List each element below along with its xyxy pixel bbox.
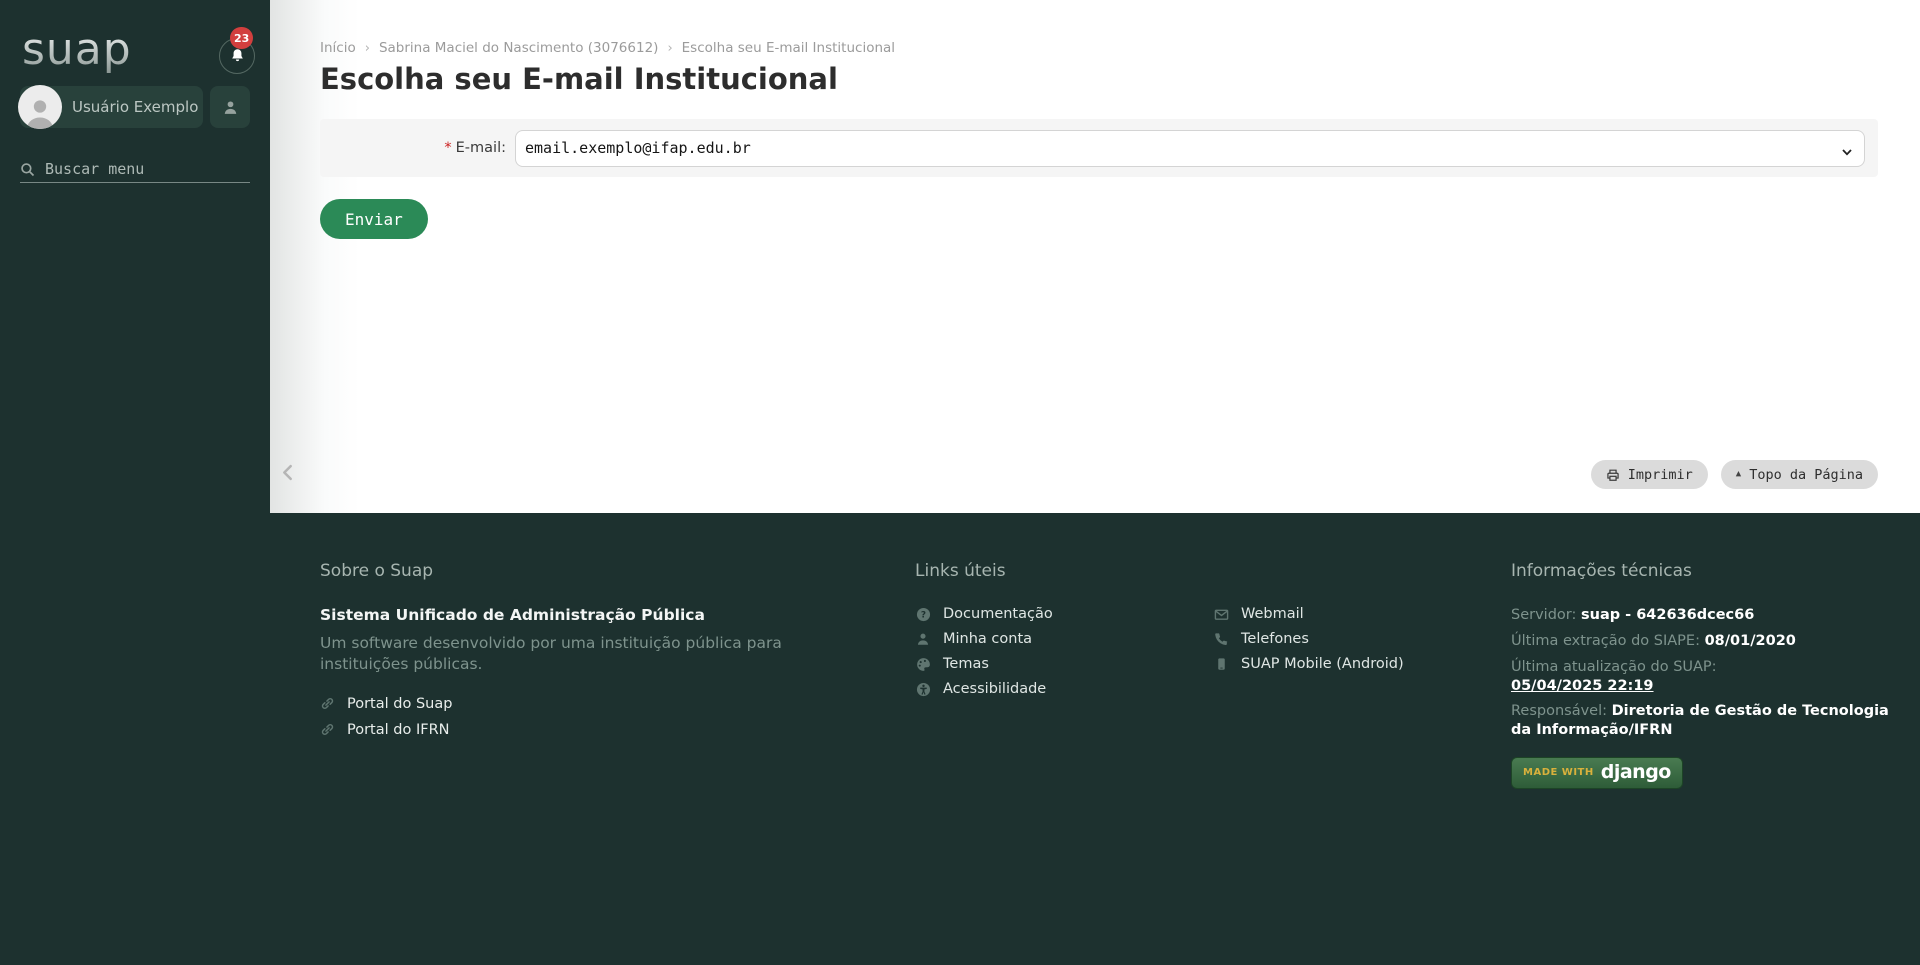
- user-profile-link[interactable]: Usuário Exemplo: [18, 85, 203, 129]
- made-with-django-badge[interactable]: MADE WITH django: [1511, 757, 1683, 790]
- help-icon: ?: [915, 607, 931, 622]
- user-icon: [222, 99, 239, 116]
- palette-icon: [915, 657, 931, 672]
- portal-ifrn-link[interactable]: Portal do IFRN: [320, 722, 915, 738]
- suap-app: suap 23 Usuário Exemplo Buscar menu Iníc…: [0, 0, 1920, 965]
- breadcrumb: Início › Sabrina Maciel do Nascimento (3…: [320, 40, 895, 56]
- print-button[interactable]: Imprimir: [1590, 460, 1708, 489]
- my-account-button[interactable]: [210, 86, 250, 128]
- tech-heading: Informações técnicas: [1511, 561, 1692, 581]
- about-description: Um software desenvolvido por uma institu…: [320, 634, 782, 673]
- user-name: Usuário Exemplo: [72, 98, 199, 116]
- about-heading: Sobre o Suap: [320, 561, 434, 581]
- footer: Sobre o Suap Sistema Unificado de Admini…: [0, 513, 1920, 965]
- user-icon: [915, 632, 931, 646]
- server-value: suap - 642636dcec66: [1580, 607, 1755, 623]
- my-account-link[interactable]: Minha conta: [915, 631, 1213, 647]
- breadcrumb-home-link[interactable]: Início: [320, 40, 356, 56]
- telefones-link[interactable]: Telefones: [1213, 631, 1511, 647]
- about-title: Sistema Unificado de Administração Públi…: [320, 606, 705, 624]
- breadcrumb-current: Escolha seu E-mail Institucional: [681, 40, 896, 56]
- back-to-top-button[interactable]: ▲ Topo da Página: [1720, 460, 1878, 489]
- page-title: Escolha seu E-mail Institucional: [320, 62, 838, 96]
- webmail-link[interactable]: Webmail: [1213, 606, 1511, 622]
- suap-mobile-link[interactable]: SUAP Mobile (Android): [1213, 656, 1511, 672]
- user-row: Usuário Exemplo: [18, 85, 250, 129]
- themes-link[interactable]: Temas: [915, 656, 1213, 672]
- email-select[interactable]: email.exemplo@ifap.edu.br: [515, 129, 1865, 167]
- footer-links-column: Links úteis ? Documentação Minha conta T…: [915, 561, 1511, 965]
- accessibility-icon: [915, 682, 931, 697]
- mail-icon: [1213, 607, 1229, 622]
- link-icon: [320, 696, 335, 711]
- printer-icon: [1606, 468, 1620, 482]
- suap-update-link[interactable]: 05/04/2025 22:19: [1511, 678, 1654, 694]
- email-form: * E-mail: email.exemplo@ifap.edu.br: [320, 119, 1878, 177]
- svg-text:?: ?: [920, 610, 925, 620]
- collapse-sidebar-button[interactable]: [276, 460, 298, 484]
- required-marker: *: [444, 140, 452, 156]
- link-icon: [320, 722, 335, 737]
- search-icon: [20, 162, 35, 177]
- submit-button[interactable]: Enviar: [320, 199, 428, 239]
- notification-count-badge: 23: [230, 27, 254, 49]
- accessibility-link[interactable]: Acessibilidade: [915, 681, 1213, 697]
- sidebar: suap 23 Usuário Exemplo: [0, 0, 270, 965]
- suap-update-row: Última atualização do SUAP: 05/04/2025 2…: [1511, 658, 1717, 694]
- links-sub-column-2: Webmail Telefones SUAP Mobile (Android): [1213, 606, 1511, 706]
- email-label: * E-mail:: [444, 140, 506, 156]
- menu-search: [20, 156, 250, 183]
- chevron-right-icon: ›: [364, 40, 370, 56]
- django-logo: django: [1600, 761, 1672, 784]
- portal-suap-link[interactable]: Portal do Suap: [320, 696, 915, 712]
- bell-icon: [229, 48, 246, 65]
- breadcrumb-user-link[interactable]: Sabrina Maciel do Nascimento (3076612): [379, 40, 659, 56]
- phone-icon: [1213, 632, 1229, 646]
- footer-tech-column: Informações técnicas Servidor: suap - 64…: [1511, 561, 1911, 965]
- suap-logo: suap: [22, 24, 132, 75]
- chevron-right-icon: ›: [667, 40, 673, 56]
- responsible-row: Responsável: Diretoria de Gestão de Tecn…: [1511, 703, 1889, 739]
- caret-up-icon: ▲: [1735, 469, 1742, 479]
- server-row: Servidor: suap - 642636dcec66: [1511, 607, 1755, 623]
- siape-date: 08/01/2020: [1704, 632, 1796, 649]
- links-sub-column-1: ? Documentação Minha conta Temas Acessib…: [915, 606, 1213, 706]
- email-select-wrap: email.exemplo@ifap.edu.br: [515, 129, 1865, 167]
- search-input[interactable]: [45, 160, 250, 178]
- mobile-icon: [1213, 657, 1229, 671]
- avatar: [18, 85, 62, 129]
- siape-row: Última extração do SIAPE: 08/01/2020: [1511, 632, 1796, 649]
- footer-about-column: Sobre o Suap Sistema Unificado de Admini…: [320, 561, 915, 965]
- links-heading: Links úteis: [915, 561, 1006, 581]
- documentation-link[interactable]: ? Documentação: [915, 606, 1213, 622]
- chevron-left-icon: [281, 464, 294, 481]
- bottom-actions: Imprimir ▲ Topo da Página: [1590, 460, 1878, 489]
- made-with-label: MADE WITH: [1523, 766, 1594, 778]
